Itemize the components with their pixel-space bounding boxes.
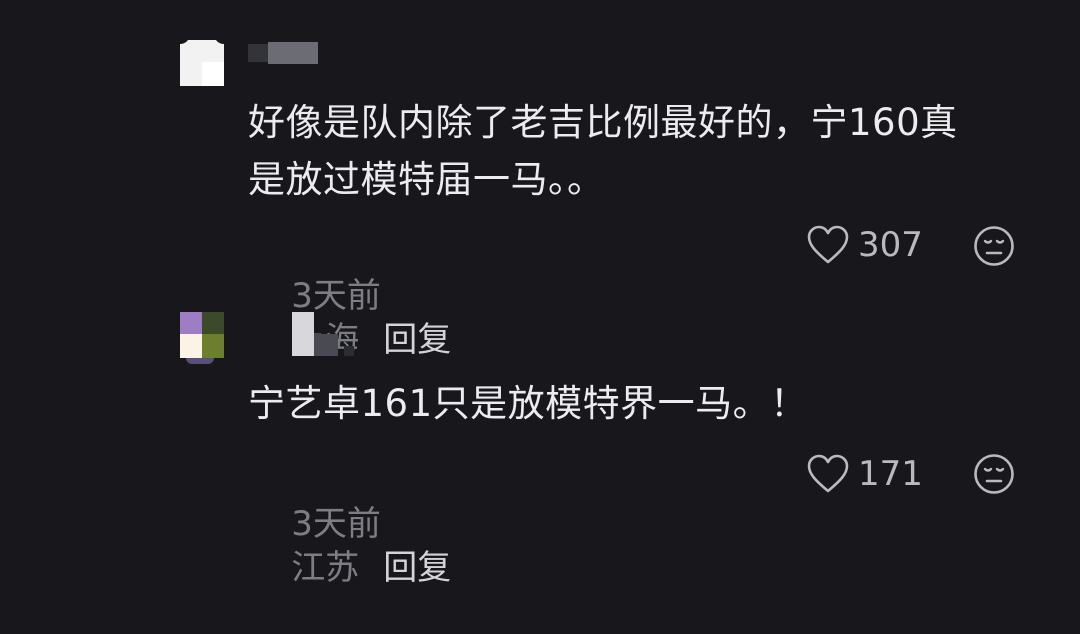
like-count: 307 [858, 225, 923, 265]
heart-outline-icon [806, 225, 850, 265]
comment-text-line: 宁艺卓161只是放模特界一马。！ [248, 382, 808, 425]
comment-item: 好像是队内除了老吉比例最好的，宁160真 是放过模特届一马。。 3天前 上海回复… [0, 0, 1080, 360]
like-button[interactable]: 171 [806, 452, 923, 496]
comment-text-line: 好像是队内除了老吉比例最好的，宁160真 [248, 101, 958, 144]
avatar[interactable] [180, 34, 224, 86]
heart-outline-icon [806, 454, 850, 494]
meh-face-icon[interactable] [973, 453, 1015, 495]
comment-location: 江苏 [291, 548, 360, 588]
comment-text-line: 是放过模特届一马。。 [248, 158, 605, 201]
like-button[interactable]: 307 [806, 223, 923, 267]
comment-time: 3天前 [291, 504, 381, 544]
comment-meta: 3天前 江苏 回复 [248, 458, 451, 588]
comment-item: 宁艺卓161只是放模特界一马。！ 3天前 江苏 回复 171 [0, 290, 1080, 588]
avatar[interactable] [180, 312, 224, 364]
comment-meta: 3天前 上海回复 [248, 230, 451, 360]
like-count: 171 [858, 454, 923, 494]
username-blurred[interactable] [292, 312, 364, 356]
reply-button[interactable]: 回复 [383, 548, 451, 588]
meh-face-icon[interactable] [973, 225, 1015, 267]
username-blurred[interactable] [248, 42, 318, 64]
